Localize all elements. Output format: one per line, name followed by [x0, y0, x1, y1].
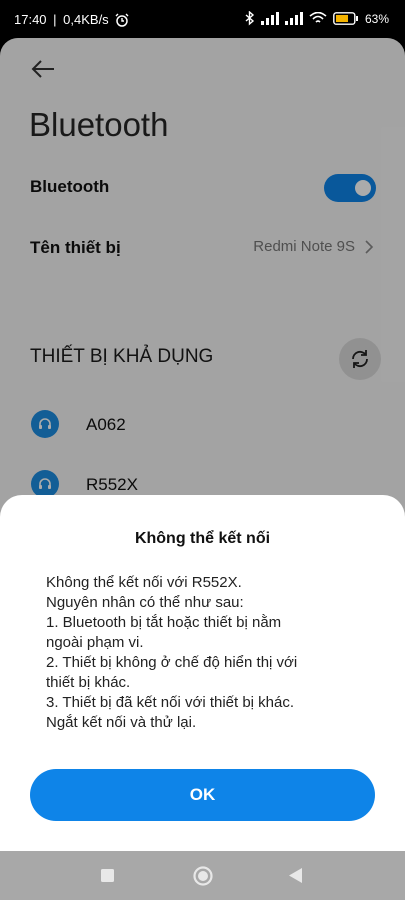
navigation-bar [0, 851, 405, 900]
status-bar: 17:40 | 0,4KB/s 63% [0, 0, 405, 40]
network-speed: 0,4KB/s [63, 12, 109, 27]
ok-button[interactable]: OK [30, 769, 375, 821]
dialog-line: Ngắt kết nối và thử lại. [46, 714, 197, 731]
dialog-line: 3. Thiết bị đã kết nối với thiết bị khác… [46, 694, 295, 711]
alarm-icon [115, 13, 129, 27]
recents-icon[interactable] [100, 868, 115, 883]
connection-failed-dialog: Không thể kết nối Không thể kết nối với … [0, 495, 405, 851]
battery-icon [333, 12, 358, 25]
dialog-line: 2. Thiết bị không ở chế độ hiển thị với [46, 654, 298, 671]
back-nav-icon[interactable] [288, 867, 303, 884]
dialog-message: Không thể kết nối với R552X. Nguyên nhân… [46, 573, 366, 733]
dialog-line: ngoài phạm vi. [46, 634, 144, 651]
status-right: 63% [245, 11, 389, 26]
signal-icon [260, 12, 279, 25]
dialog-line: 1. Bluetooth bị tắt hoặc thiết bị nằm [46, 614, 282, 631]
home-icon[interactable] [192, 865, 214, 887]
dialog-line: Nguyên nhân có thể như sau: [46, 594, 244, 611]
battery-percent: 63% [364, 11, 389, 26]
status-time: 17:40 [14, 12, 47, 27]
signal-icon [284, 12, 303, 25]
bluetooth-icon [245, 11, 255, 26]
dialog-line: thiết bị khác. [46, 674, 131, 691]
wifi-icon [309, 12, 327, 23]
status-left: 17:40 | 0,4KB/s [14, 12, 129, 27]
dialog-line: Không thể kết nối với R552X. [46, 574, 242, 591]
dialog-title: Không thể kết nối [134, 530, 271, 547]
